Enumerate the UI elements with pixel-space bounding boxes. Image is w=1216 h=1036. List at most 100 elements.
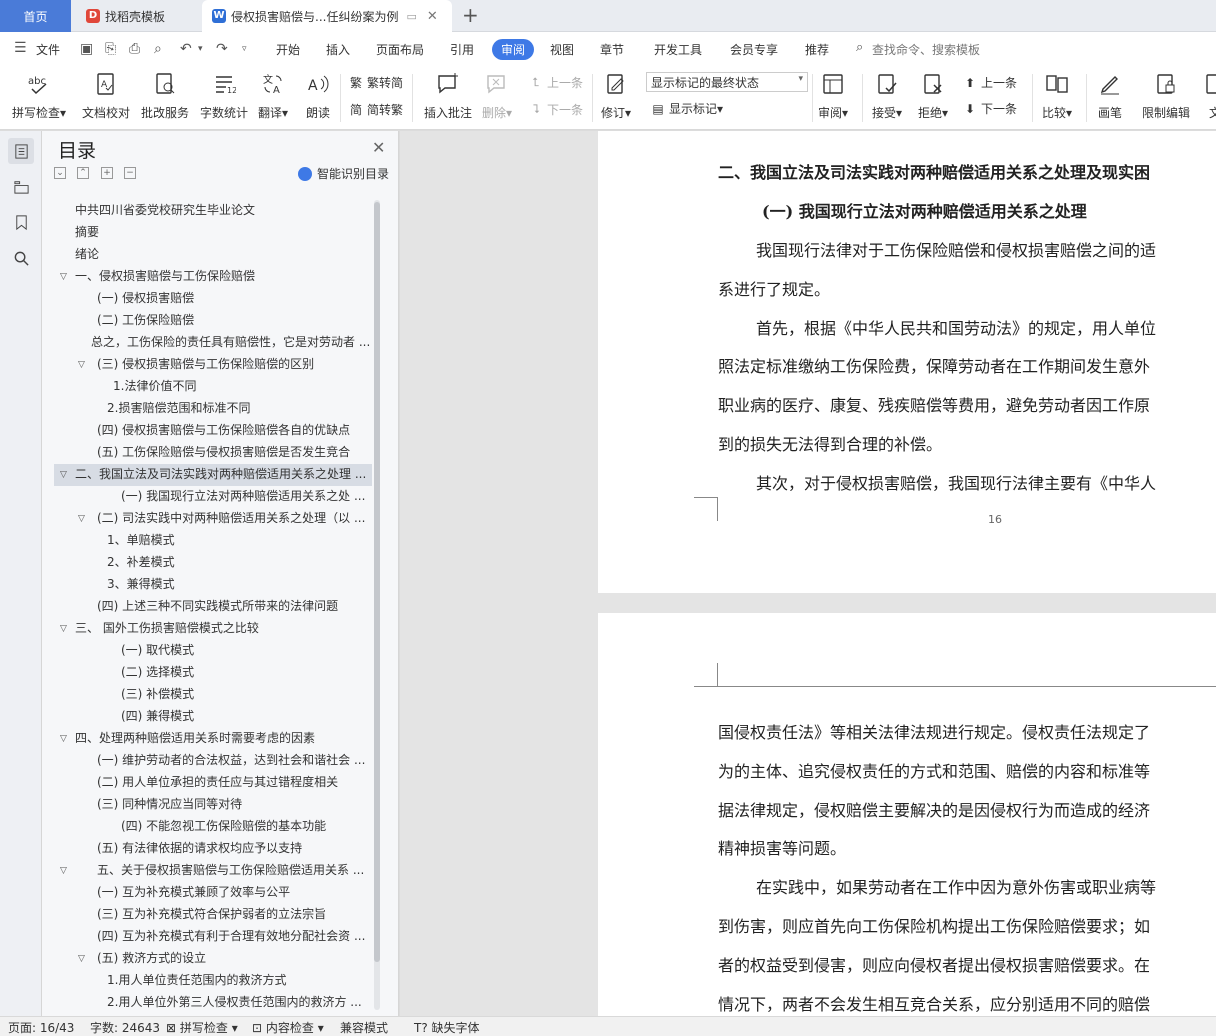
- insert-comment-button[interactable]: 插入批注: [424, 70, 472, 121]
- bookmark-pane-button[interactable]: [8, 209, 34, 235]
- tab-docer-templates[interactable]: D 找稻壳模板: [74, 0, 200, 32]
- print-preview-icon[interactable]: ⌕: [154, 41, 162, 57]
- collapse-arrow-icon[interactable]: ▽: [60, 272, 67, 282]
- toc-scrollbar-thumb[interactable]: [374, 202, 380, 962]
- menu-file[interactable]: 文件: [36, 41, 60, 58]
- prev-change-button[interactable]: ⬆ 上一条: [962, 74, 1017, 91]
- toc-item[interactable]: (一) 维护劳动者的合法权益，达到社会和谐社会 ...: [97, 750, 371, 772]
- next-comment-button[interactable]: ⮧ 下一条: [528, 101, 583, 118]
- track-changes-button[interactable]: 修订▾: [601, 70, 631, 121]
- toc-item[interactable]: 1.用人单位责任范围内的救济方式: [107, 970, 371, 992]
- toc-item[interactable]: 2.用人单位外第三人侵权责任范围内的救济方 ...: [107, 992, 371, 1014]
- toc-item[interactable]: 2、补差模式: [107, 552, 367, 574]
- menu-chapter[interactable]: 章节: [600, 41, 624, 58]
- tab-home[interactable]: 首页: [0, 0, 71, 32]
- simp-to-trad-button[interactable]: 简简转繁: [348, 101, 403, 118]
- save-icon[interactable]: ▣: [80, 41, 93, 57]
- add-level-icon[interactable]: +: [101, 167, 113, 179]
- toc-item[interactable]: (四) 互为补充模式有利于合理有效地分配社会资 ...: [97, 926, 371, 948]
- toc-item[interactable]: (四) 不能忽视工伤保险赔偿的基本功能: [121, 816, 371, 838]
- toc-item[interactable]: (三) 侵权损害赔偿与工伤保险赔偿的区别: [97, 354, 367, 376]
- word-count-button[interactable]: 123 字数统计: [200, 70, 248, 121]
- collapse-all-icon[interactable]: ⌄: [54, 167, 66, 179]
- doc-proof-button[interactable]: A 文档校对: [82, 70, 130, 121]
- collapse-arrow-icon[interactable]: ▽: [78, 954, 85, 964]
- menu-insert[interactable]: 插入: [326, 41, 350, 58]
- review-pane-button[interactable]: 审阅▾: [818, 70, 848, 121]
- toc-item[interactable]: (二) 工伤保险赔偿: [97, 310, 367, 332]
- next-change-button[interactable]: ⬇ 下一条: [962, 100, 1017, 117]
- accept-button[interactable]: 接受▾: [872, 70, 902, 121]
- toc-item[interactable]: (二) 司法实践中对两种赔偿适用关系之处理（以 ...: [97, 508, 371, 530]
- collapse-arrow-icon[interactable]: ▽: [78, 360, 85, 370]
- toc-item[interactable]: (一) 取代模式: [121, 640, 371, 662]
- toc-item[interactable]: (四) 上述三种不同实践模式所带来的法律问题: [97, 596, 367, 618]
- markup-state-select[interactable]: 显示标记的最终状态 ▾: [646, 72, 808, 92]
- menu-references[interactable]: 引用: [450, 41, 474, 58]
- toc-item[interactable]: 一、侵权损害赔偿与工伤保险赔偿: [75, 266, 365, 288]
- toc-item[interactable]: (一) 互为补充模式兼顾了效率与公平: [97, 882, 371, 904]
- chapter-pane-button[interactable]: [8, 173, 34, 199]
- prev-comment-button[interactable]: ⮤ 上一条: [528, 74, 583, 91]
- menu-review[interactable]: 审阅: [492, 39, 535, 60]
- pen-button[interactable]: 画笔: [1096, 70, 1124, 121]
- close-icon[interactable]: ✕: [372, 138, 385, 157]
- undo-icon[interactable]: ↶: [180, 41, 192, 57]
- page-indicator[interactable]: 页面: 16/43: [8, 1019, 74, 1036]
- toc-item[interactable]: (二) 选择模式: [121, 662, 371, 684]
- menu-start[interactable]: 开始: [276, 41, 300, 58]
- menu-member[interactable]: 会员专享: [730, 41, 778, 58]
- menu-view[interactable]: 视图: [550, 41, 574, 58]
- menu-developer[interactable]: 开发工具: [654, 41, 702, 58]
- toc-item[interactable]: (四) 兼得模式: [121, 706, 371, 728]
- collapse-arrow-icon[interactable]: ▽: [60, 734, 67, 744]
- batch-service-button[interactable]: 批改服务: [141, 70, 189, 121]
- toc-item[interactable]: (四) 侵权损害赔偿与工伤保险赔偿各自的优缺点: [97, 420, 367, 442]
- reject-button[interactable]: 拒绝▾: [918, 70, 948, 121]
- compare-button[interactable]: 比较▾: [1042, 70, 1072, 121]
- outline-pane-button[interactable]: [8, 138, 34, 164]
- toc-item[interactable]: 摘要: [75, 222, 365, 244]
- toc-item[interactable]: 3、兼得模式: [107, 574, 367, 596]
- toc-scrollbar[interactable]: [374, 200, 380, 1010]
- trad-to-simp-button[interactable]: 繁繁转简: [348, 74, 403, 91]
- toc-item[interactable]: (五) 有法律依据的请求权均应予以支持: [97, 838, 371, 860]
- menu-page-layout[interactable]: 页面布局: [376, 41, 424, 58]
- toc-item[interactable]: (五) 工伤保险赔偿与侵权损害赔偿是否发生竞合: [97, 442, 367, 464]
- redo-icon[interactable]: ↷: [216, 41, 228, 57]
- content-check-status[interactable]: ⊡ 内容检查 ▾: [252, 1019, 324, 1036]
- toc-item[interactable]: (二) 用人单位承担的责任应与其过错程度相关: [97, 772, 371, 794]
- toc-item[interactable]: (一) 侵权损害赔偿: [97, 288, 367, 310]
- export-pdf-icon[interactable]: ⎘: [105, 41, 116, 57]
- menu-recommend[interactable]: 推荐: [805, 41, 829, 58]
- spell-check-status[interactable]: ⊠ 拼写检查 ▾: [166, 1019, 238, 1036]
- close-tab-icon[interactable]: ✕: [427, 9, 438, 24]
- toc-item[interactable]: 1、单赔模式: [107, 530, 367, 552]
- collapse-arrow-icon[interactable]: ▽: [60, 866, 67, 876]
- toc-item-selected[interactable]: 二、我国立法及司法实践对两种赔偿适用关系之处理 ...: [54, 464, 372, 486]
- expand-all-icon[interactable]: ⌃: [77, 167, 89, 179]
- document-button[interactable]: 文: [1201, 70, 1216, 121]
- toc-item[interactable]: 绪论: [75, 244, 365, 266]
- toc-item[interactable]: 1.法律价值不同: [113, 376, 363, 398]
- quick-access-more-icon[interactable]: ▿: [242, 44, 247, 54]
- new-tab-icon[interactable]: +: [462, 4, 479, 26]
- toc-item[interactable]: 四、处理两种赔偿适用关系时需要考虑的因素: [75, 728, 365, 750]
- toc-item[interactable]: 五、关于侵权损害赔偿与工伤保险赔偿适用关系 ...: [97, 860, 371, 882]
- collapse-arrow-icon[interactable]: ▽: [60, 624, 67, 634]
- spell-check-button[interactable]: abc 拼写检查▾: [12, 70, 66, 121]
- toc-item[interactable]: 总之，工伤保险的责任具有赔偿性，它是对劳动者 ...: [91, 332, 371, 354]
- toc-item[interactable]: (五) 救济方式的设立: [97, 948, 371, 970]
- missing-font-status[interactable]: T? 缺失字体: [414, 1019, 480, 1036]
- hamburger-menu-icon[interactable]: ☰: [14, 40, 27, 56]
- toc-item[interactable]: (一) 我国现行立法对两种赔偿适用关系之处 ...: [121, 486, 371, 508]
- command-search[interactable]: 查找命令、搜索模板: [872, 41, 980, 58]
- translate-button[interactable]: 文A 翻译▾: [258, 70, 288, 121]
- undo-dropdown-icon[interactable]: ▾: [198, 44, 203, 54]
- restrict-editing-button[interactable]: 限制编辑: [1142, 70, 1190, 121]
- print-icon[interactable]: ⎙: [129, 41, 140, 57]
- read-aloud-button[interactable]: A 朗读: [304, 70, 332, 121]
- toc-item[interactable]: (三) 同种情况应当同等对待: [97, 794, 371, 816]
- tab-document[interactable]: W 侵权损害赔偿与...任纠纷案为例 ▭ ✕: [202, 0, 452, 32]
- toc-item[interactable]: (三) 补偿模式: [121, 684, 371, 706]
